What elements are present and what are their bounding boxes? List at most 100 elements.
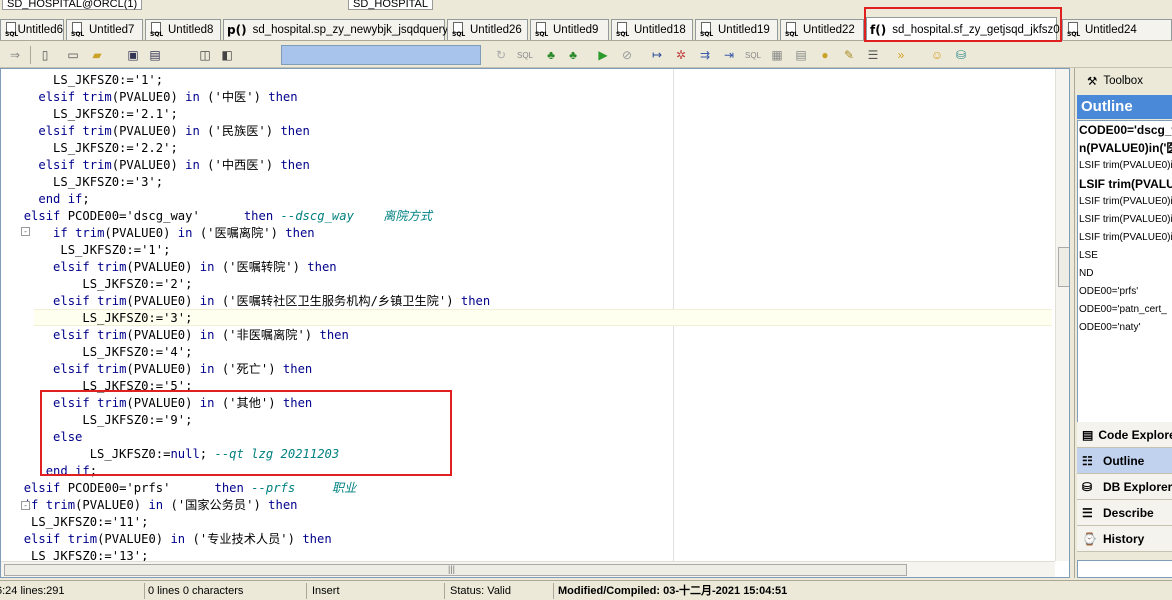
tab-label: Untitled22: [803, 24, 855, 36]
code-line[interactable]: end if;: [9, 463, 97, 480]
code-line[interactable]: elsif trim(PVALUE0) in ('中西医') then: [9, 157, 309, 174]
save-all-icon[interactable]: ▤: [146, 46, 164, 64]
outline-item[interactable]: ODE00='patn_cert_: [1078, 301, 1172, 319]
code-line[interactable]: LS_JKFSZ0:='3';: [9, 174, 163, 191]
outline-item[interactable]: LSIF trim(PVALUE0)in: [1078, 229, 1172, 247]
arrow-right-icon[interactable]: ⇒: [6, 46, 24, 64]
outline-item[interactable]: LSIF trim(PVALUE0)in: [1078, 157, 1172, 175]
code-line[interactable]: else: [9, 429, 82, 446]
db-icon[interactable]: ⛁: [952, 46, 970, 64]
sql-file-icon: SQL: [699, 22, 715, 38]
outline-item[interactable]: ODE00='naty': [1078, 319, 1172, 337]
code-line[interactable]: LS_JKFSZ0:='5';: [9, 378, 192, 395]
list-icon[interactable]: ▤: [792, 46, 810, 64]
code-line[interactable]: elsif PCODE00='prfs' then --prfs 职业: [9, 480, 357, 497]
code-editor[interactable]: LS_JKFSZ0:='1'; elsif trim(PVALUE0) in (…: [0, 68, 1070, 578]
code-line[interactable]: LS_JKFSZ0:='1';: [9, 72, 163, 89]
outline-item[interactable]: LSIF trim(PVALUE0)in: [1078, 193, 1172, 211]
debug-icon[interactable]: ✲: [672, 46, 690, 64]
tab-untitled26[interactable]: SQL Untitled26: [447, 19, 528, 40]
search-input[interactable]: [281, 45, 481, 65]
sql-icon[interactable]: SQL: [516, 46, 534, 64]
sql-explain-icon[interactable]: SQL: [744, 46, 762, 64]
outline-item[interactable]: CODE00='dscg_way': [1078, 121, 1172, 139]
run-icon[interactable]: ▶: [594, 46, 612, 64]
tab-sd-hospital-sp-zy-newybjk-jsqdquery[interactable]: p() sd_hospital.sp_zy_newybjk_jsqdquery: [223, 19, 448, 40]
code-line[interactable]: elsif trim(PVALUE0) in ('死亡') then: [9, 361, 312, 378]
code-line[interactable]: elsif trim(PVALUE0) in ('非医嘱离院') then: [9, 327, 349, 344]
step-over-icon[interactable]: ⇉: [696, 46, 714, 64]
panel-tab-code-explorer[interactable]: ▤ Code Explorer: [1077, 422, 1172, 448]
panel-tab-history[interactable]: ⌚ History: [1077, 526, 1172, 552]
open-folder-icon[interactable]: ▰: [88, 46, 106, 64]
step-into-icon[interactable]: ⇥: [720, 46, 738, 64]
new-file-icon[interactable]: ▯: [36, 46, 54, 64]
tab-sd-hospital-sf-zy-getjsqd-jkfsz0[interactable]: f() sd_hospital.sf_zy_getjsqd_jkfsz0: [866, 17, 1060, 41]
code-line[interactable]: LS_JKFSZ0:='4';: [9, 344, 192, 361]
tab-untitled7[interactable]: SQL Untitled7: [66, 19, 143, 40]
code-line[interactable]: elsif trim(PVALUE0) in ('中医') then: [9, 89, 297, 106]
code-line[interactable]: end if;: [9, 191, 89, 208]
scrollbar-thumb[interactable]: [4, 564, 907, 576]
step-icon[interactable]: ↦: [648, 46, 666, 64]
panel-tab-outline[interactable]: ☷ Outline: [1077, 448, 1172, 474]
layout-icon[interactable]: ◫: [196, 46, 214, 64]
tab-untitled19[interactable]: SQL Untitled19: [695, 19, 778, 40]
refresh-icon[interactable]: ↻: [492, 46, 510, 64]
bolt-icon[interactable]: »: [892, 46, 910, 64]
toolbox-header[interactable]: ⚒ Toolbox: [1075, 70, 1172, 92]
pin-icon[interactable]: ✎: [840, 46, 858, 64]
format-icon[interactable]: ☰: [864, 46, 882, 64]
code-line[interactable]: elsif trim(PVALUE0) in ('专业技术人员') then: [9, 531, 332, 548]
describe-icon: ☰: [1082, 505, 1093, 520]
new-window-icon[interactable]: ▭: [64, 46, 82, 64]
tab-untitled6[interactable]: SQL Untitled6: [0, 19, 64, 40]
code-line[interactable]: LS_JKFSZ0:='9';: [9, 412, 192, 429]
scrollbar-thumb[interactable]: [1058, 247, 1069, 287]
tab-untitled24[interactable]: SQL Untitled24: [1062, 19, 1172, 40]
horizontal-scrollbar[interactable]: |||: [1, 561, 1055, 577]
modified-timestamp: Modified/Compiled: 03-十二月-2021 15:04:51: [558, 585, 788, 597]
tree-alt-icon[interactable]: ♣: [564, 46, 582, 64]
connection-selector[interactable]: SD_HOSPITAL@ORCL(1): [2, 0, 143, 10]
code-explorer-icon: ▤: [1082, 427, 1094, 442]
code-line[interactable]: elsif trim(PVALUE0) in ('医嘱转社区卫生服务机构/乡镇卫…: [9, 293, 490, 310]
sql-file-icon: SQL: [4, 22, 18, 38]
grid-icon[interactable]: ▦: [768, 46, 786, 64]
outline-item[interactable]: LSE: [1078, 247, 1172, 265]
outline-item[interactable]: ND: [1078, 265, 1172, 283]
code-line[interactable]: if trim(PVALUE0) in ('国家公务员') then: [9, 497, 298, 514]
tab-untitled8[interactable]: SQL Untitled8: [145, 19, 221, 40]
outline-item[interactable]: ODE00='prfs': [1078, 283, 1172, 301]
fold-toggle-icon[interactable]: -: [21, 501, 30, 510]
code-line[interactable]: LS_JKFSZ0:='2';: [9, 276, 192, 293]
code-line[interactable]: LS_JKFSZ0:='1';: [9, 242, 170, 259]
code-line[interactable]: LS_JKFSZ0:='2.2';: [9, 140, 178, 157]
code-line[interactable]: LS_JKFSZ0:='3';: [9, 310, 192, 327]
code-line[interactable]: LS_JKFSZ0:='11';: [9, 514, 148, 531]
code-line[interactable]: LS_JKFSZ0:=null; --qt lzg 20211203: [9, 446, 340, 463]
save-icon[interactable]: ▣: [124, 46, 142, 64]
tab-untitled22[interactable]: SQL Untitled22: [780, 19, 864, 40]
vertical-scrollbar[interactable]: [1055, 69, 1069, 561]
tab-untitled18[interactable]: SQL Untitled18: [611, 19, 693, 40]
code-line[interactable]: LS_JKFSZ0:='2.1';: [9, 106, 178, 123]
panel-tab-describe[interactable]: ☰ Describe: [1077, 500, 1172, 526]
split-icon[interactable]: ◧: [218, 46, 236, 64]
code-line[interactable]: elsif PCODE00='dscg_way' then --dscg_way…: [9, 208, 432, 225]
stop-icon[interactable]: ⊘: [618, 46, 636, 64]
tab-untitled9[interactable]: SQL Untitled9: [530, 19, 609, 40]
outline-item[interactable]: LSIF trim(PVALUE0)in: [1078, 211, 1172, 229]
fold-toggle-icon[interactable]: -: [21, 227, 30, 236]
code-line[interactable]: elsif trim(PVALUE0) in ('其他') then: [9, 395, 312, 412]
tree-icon[interactable]: ♣: [542, 46, 560, 64]
code-line[interactable]: elsif trim(PVALUE0) in ('医嘱转院') then: [9, 259, 337, 276]
bulb-icon[interactable]: ●: [816, 46, 834, 64]
code-line[interactable]: if trim(PVALUE0) in ('医嘱离院') then: [9, 225, 315, 242]
schema-selector[interactable]: SD_HOSPITAL: [348, 0, 433, 10]
outline-item[interactable]: n(PVALUE0)in('医: [1078, 139, 1172, 157]
panel-tab-db-explorer[interactable]: ⛁ DB Explorer: [1077, 474, 1172, 500]
outline-item[interactable]: LSIF trim(PVALUE0): [1078, 175, 1172, 193]
code-line[interactable]: elsif trim(PVALUE0) in ('民族医') then: [9, 123, 309, 140]
face-icon[interactable]: ☺: [928, 46, 946, 64]
